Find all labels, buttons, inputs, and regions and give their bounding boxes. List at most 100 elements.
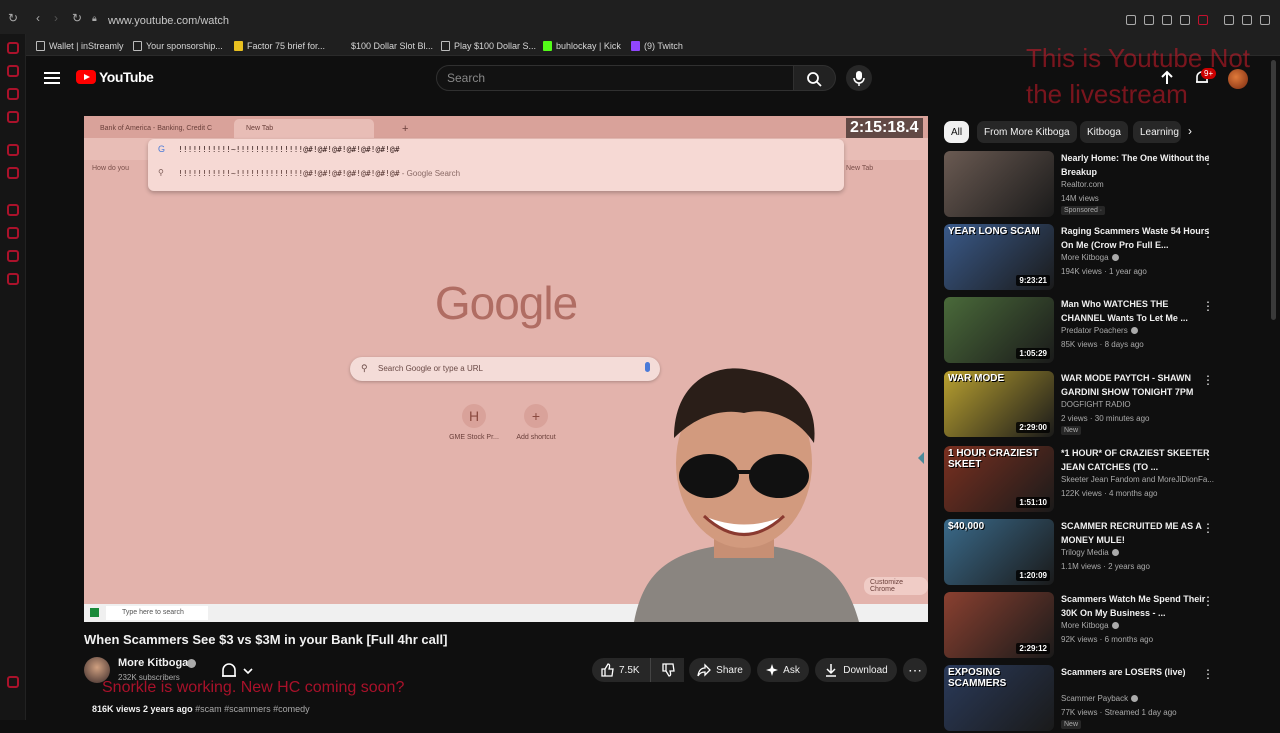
search-input[interactable]	[447, 71, 777, 85]
bookmark-item[interactable]: Your sponsorship...	[133, 39, 223, 53]
recommendation-thumbnail[interactable]: $40,000 1:20:09	[944, 519, 1054, 585]
recommendation-title[interactable]: Raging Scammers Waste 54 Hours On Me (Cr…	[1061, 224, 1213, 252]
more-vertical-icon[interactable]: ⋮	[1202, 521, 1214, 535]
rail-app-icon[interactable]	[7, 42, 19, 54]
shortcut-icon: H	[462, 404, 486, 428]
recommendation-thumbnail[interactable]: 2:29:12	[944, 592, 1054, 658]
heart-icon[interactable]	[1198, 15, 1208, 25]
recommendation-title[interactable]: Nearly Home: The One Without the Breakup	[1061, 151, 1213, 179]
bookmark-item[interactable]: Factor 75 brief for...	[234, 39, 325, 53]
recommendation-item[interactable]: YEAR LONG SCAM 9:23:21 Raging Scammers Was…	[944, 224, 1224, 292]
recommendation-title[interactable]: WAR MODE PAYTCH - SHAWN GARDINI SHOW TON…	[1061, 371, 1213, 399]
download-icon[interactable]	[1242, 15, 1252, 25]
rail-app-icon[interactable]	[7, 227, 19, 239]
profile-icon[interactable]	[1224, 15, 1234, 25]
more-vertical-icon[interactable]: ⋮	[1202, 226, 1214, 240]
recommendation-channel[interactable]: DOGFIGHT RADIO	[1061, 400, 1131, 409]
upload-icon[interactable]	[1158, 69, 1176, 87]
recommendation-thumbnail[interactable]: 1 HOUR CRAZIEST SKEET 1:51:10	[944, 446, 1054, 512]
search-button[interactable]	[794, 65, 836, 91]
channel-name[interactable]: More Kitboga	[118, 657, 188, 669]
rail-app-icon[interactable]	[7, 88, 19, 100]
forward-icon[interactable]: ›	[54, 12, 66, 24]
recommendation-item[interactable]: 1:05:29 Man Who WATCHES THE CHANNEL Wants…	[944, 297, 1224, 365]
more-vertical-icon[interactable]: ⋮	[1202, 448, 1214, 462]
hamburger-menu-icon[interactable]	[44, 72, 60, 84]
rail-app-icon[interactable]	[7, 144, 19, 156]
rail-app-icon[interactable]	[7, 204, 19, 216]
recommendation-item[interactable]: 2:29:12 Scammers Watch Me Spend Their 30K…	[944, 592, 1224, 660]
customize-chrome-button: Customize Chrome	[864, 577, 928, 595]
video-tags[interactable]: #scam #scammers #comedy	[195, 704, 310, 714]
bookmark-item[interactable]: (9) Twitch	[631, 39, 683, 53]
recommendation-item[interactable]: 1 HOUR CRAZIEST SKEET 1:51:10 *1 HOUR* OF …	[944, 446, 1224, 514]
bookmark-icon	[133, 41, 142, 51]
scrollbar[interactable]	[1271, 60, 1276, 320]
recommendation-title[interactable]: *1 HOUR* OF CRAZIEST SKEETER JEAN CATCHE…	[1061, 446, 1213, 474]
chip-from-channel[interactable]: From More Kitboga	[977, 121, 1077, 143]
recommendation-thumbnail[interactable]	[944, 151, 1054, 217]
recommendation-channel[interactable]: Trilogy Media	[1061, 548, 1119, 557]
stream-timer: 2:15:18.4	[846, 118, 923, 138]
bookmark-item[interactable]: buhlockay | Kick	[543, 39, 621, 53]
recommendation-channel[interactable]: Realtor.com	[1061, 180, 1104, 189]
recommendation-channel[interactable]: More Kitboga	[1061, 253, 1119, 262]
recommendation-thumbnail[interactable]: EXPOSING SCAMMERS	[944, 665, 1054, 731]
recommendation-title[interactable]: Scammers Watch Me Spend Their 30K On My …	[1061, 592, 1213, 620]
recommendation-item[interactable]: $40,000 1:20:09 SCAMMER RECRUITED ME AS A …	[944, 519, 1224, 587]
chip-all[interactable]: All	[944, 121, 970, 143]
recommendation-channel[interactable]: Predator Poachers	[1061, 326, 1138, 335]
address-bar[interactable]: www.youtube.com/watch	[108, 15, 229, 27]
extension-icon[interactable]	[1126, 15, 1136, 25]
download-button[interactable]: Download	[815, 658, 897, 682]
google-search-bar: ⚲ Search Google or type a URL	[350, 357, 660, 381]
recommendation-title[interactable]: Scammers are LOSERS (live)	[1061, 665, 1213, 679]
recommendation-title[interactable]: Man Who WATCHES THE CHANNEL Wants To Let…	[1061, 297, 1213, 325]
back-icon[interactable]: ‹	[36, 12, 48, 24]
reload-icon[interactable]: ↻	[72, 12, 84, 24]
recommendation-item[interactable]: WAR MODE 2:29:00 WAR MODE PAYTCH - SHAWN G…	[944, 371, 1224, 439]
more-vertical-icon[interactable]: ⋮	[1202, 299, 1214, 313]
more-vertical-icon[interactable]: ⋮	[1202, 667, 1214, 681]
rail-app-icon[interactable]	[7, 676, 19, 688]
chevron-right-icon[interactable]: ›	[1188, 124, 1192, 138]
recommendation-title[interactable]: SCAMMER RECRUITED ME AS A MONEY MULE!	[1061, 519, 1213, 547]
rail-app-icon[interactable]	[7, 65, 19, 77]
youtube-logo[interactable]: YouTube	[76, 69, 154, 85]
recommendation-thumbnail[interactable]: 1:05:29	[944, 297, 1054, 363]
recommendation-thumbnail[interactable]: YEAR LONG SCAM 9:23:21	[944, 224, 1054, 290]
video-player[interactable]: Bank of America - Banking, Credit C New …	[84, 116, 928, 622]
chip-kitboga[interactable]: Kitboga	[1080, 121, 1128, 143]
browser-menu-icon[interactable]	[1260, 15, 1270, 25]
more-actions-button[interactable]: ⋯	[903, 658, 927, 682]
bookmark-item[interactable]: Play $100 Dollar S...	[441, 39, 536, 53]
more-vertical-icon[interactable]: ⋮	[1202, 373, 1214, 387]
reload-small-icon[interactable]: ↻	[8, 12, 20, 24]
bookmark-item[interactable]: $100 Dollar Slot Bl...	[338, 39, 433, 53]
share-button[interactable]: Share	[689, 658, 751, 682]
more-vertical-icon[interactable]: ⋮	[1202, 594, 1214, 608]
shield-icon[interactable]	[1162, 15, 1172, 25]
ask-button[interactable]: Ask	[757, 658, 809, 682]
recommendation-channel[interactable]: More Kitboga	[1061, 621, 1119, 630]
play-extension-icon[interactable]	[1180, 15, 1190, 25]
recommendation-item[interactable]: EXPOSING SCAMMERS Scammers are LOSERS (li…	[944, 665, 1224, 733]
duration-badge: 1:51:10	[1016, 497, 1050, 508]
rail-app-icon[interactable]	[7, 250, 19, 262]
site-info-icon[interactable]: 🔒︎	[92, 12, 104, 24]
rail-app-icon[interactable]	[7, 167, 19, 179]
dislike-button[interactable]	[650, 658, 684, 682]
rail-app-icon[interactable]	[7, 111, 19, 123]
more-vertical-icon[interactable]: ⋮	[1202, 153, 1214, 167]
search-box[interactable]	[436, 65, 794, 91]
voice-search-button[interactable]	[846, 65, 872, 91]
rail-app-icon[interactable]	[7, 273, 19, 285]
recommendation-channel[interactable]: Scammer Payback	[1061, 694, 1139, 703]
recommendation-thumbnail[interactable]: WAR MODE 2:29:00	[944, 371, 1054, 437]
chip-learning[interactable]: Learning	[1133, 121, 1181, 143]
account-avatar[interactable]	[1228, 69, 1248, 89]
recommendation-channel[interactable]: Skeeter Jean Fandom and MoreJiDionFa...	[1061, 475, 1214, 484]
bookmark-star-icon[interactable]	[1144, 15, 1154, 25]
bookmark-item[interactable]: Wallet | inStreamly	[36, 39, 124, 53]
recommendation-item[interactable]: Nearly Home: The One Without the Breakup…	[944, 151, 1224, 219]
